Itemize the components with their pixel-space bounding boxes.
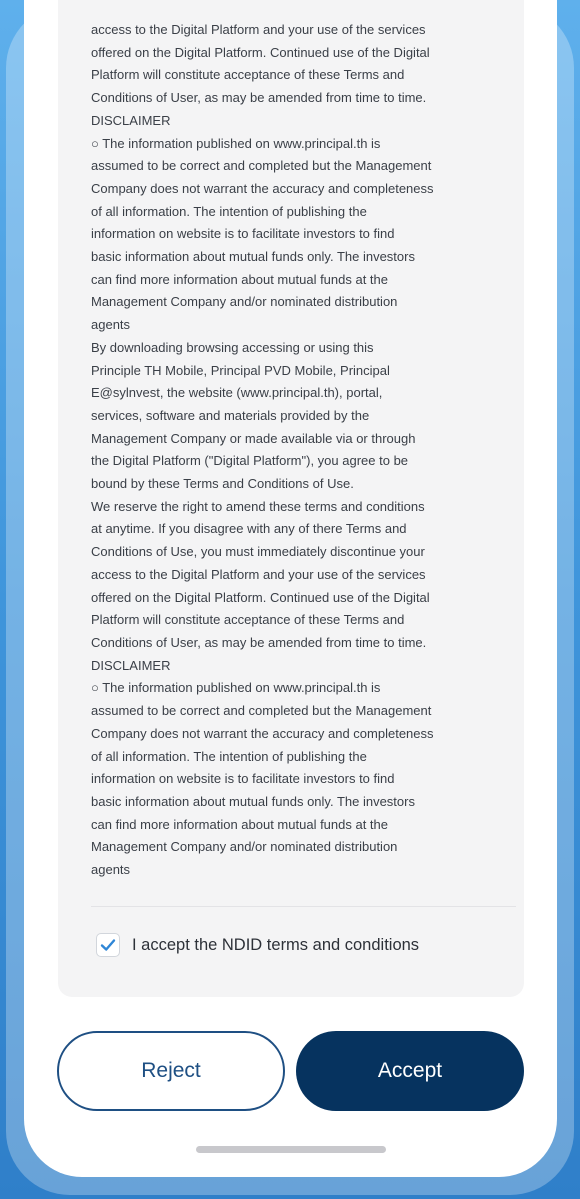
terms-card[interactable]: access to the Digital Platform and your … [58,0,524,997]
ndid-consent-checkbox[interactable] [96,933,120,957]
accept-button[interactable]: Accept [296,1031,524,1111]
terms-sheet: access to the Digital Platform and your … [24,0,557,1177]
checkmark-icon [100,939,116,951]
divider [91,906,516,907]
ndid-consent-row[interactable]: I accept the NDID terms and conditions [96,933,419,957]
ndid-consent-label: I accept the NDID terms and conditions [132,935,420,954]
reject-button[interactable]: Reject [57,1031,285,1111]
terms-text: access to the Digital Platform and your … [91,22,434,878]
home-indicator [196,1146,386,1153]
